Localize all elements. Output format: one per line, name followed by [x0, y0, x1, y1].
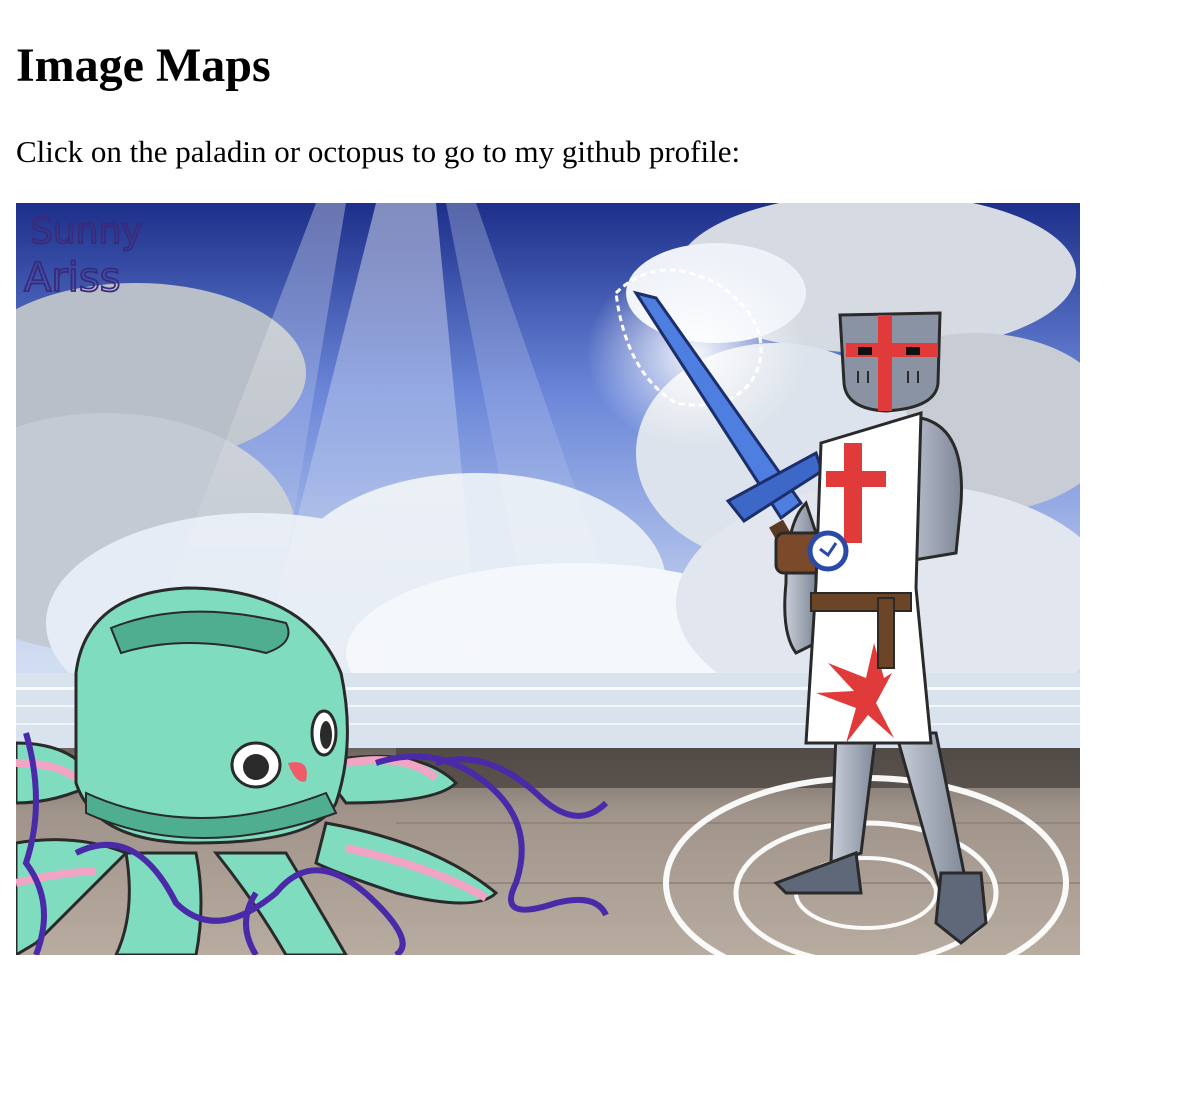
watch-icon [807, 530, 849, 572]
artwork-image: Sunny Ariss [16, 203, 1080, 955]
signature-text: Sunny [30, 211, 143, 252]
image-map: Sunny Ariss [16, 203, 1080, 955]
paladin-helmet [838, 311, 942, 413]
page-title: Image Maps [16, 39, 271, 92]
intro-text: Click on the paladin or octopus to go to… [16, 134, 741, 169]
page: Image Maps Click on the paladin or octop… [0, 38, 1190, 170]
paladin-belt [810, 592, 912, 612]
svg-text:Ariss: Ariss [24, 255, 121, 301]
